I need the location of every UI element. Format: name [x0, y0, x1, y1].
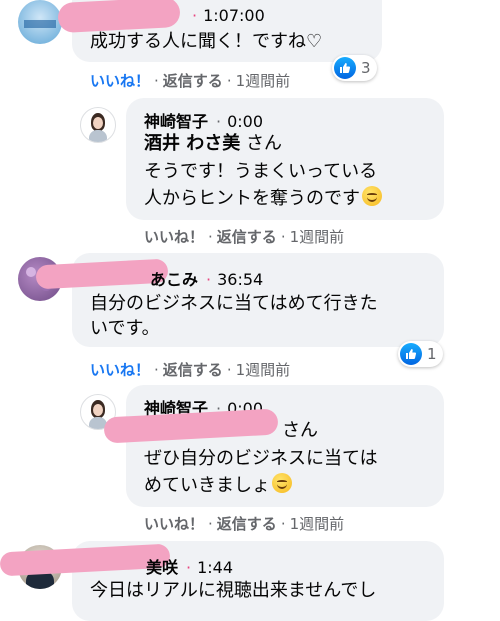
separator-dot: · — [186, 558, 192, 577]
reply-text-line-2: 人からヒントを奪うのです — [144, 184, 382, 214]
comment-author-tail[interactable]: 美咲 — [146, 558, 178, 577]
reaction-count-badge[interactable]: 3 — [332, 55, 377, 81]
reply-text: 人からヒントを奪うのです — [144, 188, 360, 209]
comment-age[interactable]: 1週間前 — [236, 361, 291, 379]
reply-link[interactable]: 返信する — [217, 515, 277, 533]
avatar[interactable] — [18, 0, 62, 44]
separator-dot: · — [206, 270, 212, 289]
like-link[interactable]: いいね！ — [90, 72, 150, 90]
like-link[interactable]: いいね！ — [90, 361, 150, 379]
separator-dot: · — [280, 228, 286, 246]
reply-text-line-2: めていきましょ — [144, 471, 292, 501]
smiling-face-emoji-icon — [362, 186, 382, 206]
separator-dot: · — [154, 361, 159, 379]
reply-link[interactable]: 返信する — [163, 361, 223, 379]
reaction-count: 3 — [361, 59, 371, 77]
separator-dot: · — [280, 515, 286, 533]
mention-link[interactable]: 酒井 わさ美 — [144, 133, 240, 154]
comment-time[interactable]: 1:07:00 — [203, 6, 265, 25]
reaction-count: 1 — [427, 345, 437, 363]
separator-dot: · — [154, 72, 159, 90]
reply-age[interactable]: 1週間前 — [290, 228, 345, 246]
smiling-face-emoji-icon — [272, 473, 292, 493]
mention-honorific: さん — [246, 133, 283, 154]
comment-text: 成功する人に聞く！ですね♡ — [90, 31, 323, 52]
like-link[interactable]: いいね！ — [144, 228, 204, 246]
reply-actions: いいね！ · 返信する · 1週間前 — [144, 226, 344, 247]
reply-text: めていきましょ — [144, 475, 270, 496]
separator-dot: · — [192, 6, 198, 25]
like-link[interactable]: いいね！ — [144, 515, 204, 533]
reply-text-line-1: ぜひ自分のビジネスに当ては — [144, 448, 378, 469]
reply-mention-line: 酒井 わさ美 さん — [144, 129, 282, 159]
thumbs-up-icon — [400, 343, 422, 365]
separator-dot: · — [226, 361, 232, 379]
comment-time[interactable]: 1:44 — [197, 558, 233, 577]
reply-age[interactable]: 1週間前 — [290, 515, 345, 533]
separator-dot: · — [208, 515, 213, 533]
reply-link[interactable]: 返信する — [217, 228, 277, 246]
avatar[interactable] — [80, 107, 116, 143]
comment-text-line-2: いです。 — [90, 318, 160, 339]
separator-dot: · — [226, 72, 232, 90]
thumbs-up-icon — [334, 57, 356, 79]
comment-age[interactable]: 1週間前 — [236, 72, 291, 90]
comment-actions: いいね！ · 返信する · 1週間前 — [90, 359, 290, 380]
reply-mention-honorific: さん — [282, 420, 318, 441]
comment-text: 今日はリアルに視聴出来ませんでし — [90, 580, 377, 601]
comment-header: · 1:07:00 — [184, 6, 265, 25]
reply-text-line-1: そうです！うまくいっている — [144, 161, 378, 182]
comment-header: 美咲 · 1:44 — [146, 554, 233, 578]
reply-actions: いいね！ · 返信する · 1週間前 — [144, 513, 344, 534]
comment-header: あこみ · 36:54 — [150, 266, 263, 290]
comment-author-tail[interactable]: あこみ — [150, 270, 198, 289]
reply-link[interactable]: 返信する — [163, 72, 223, 90]
reaction-count-badge[interactable]: 1 — [398, 341, 443, 367]
comment-actions: いいね！ · 返信する · 1週間前 — [90, 70, 290, 91]
comment-time[interactable]: 36:54 — [217, 270, 263, 289]
separator-dot: · — [208, 228, 213, 246]
